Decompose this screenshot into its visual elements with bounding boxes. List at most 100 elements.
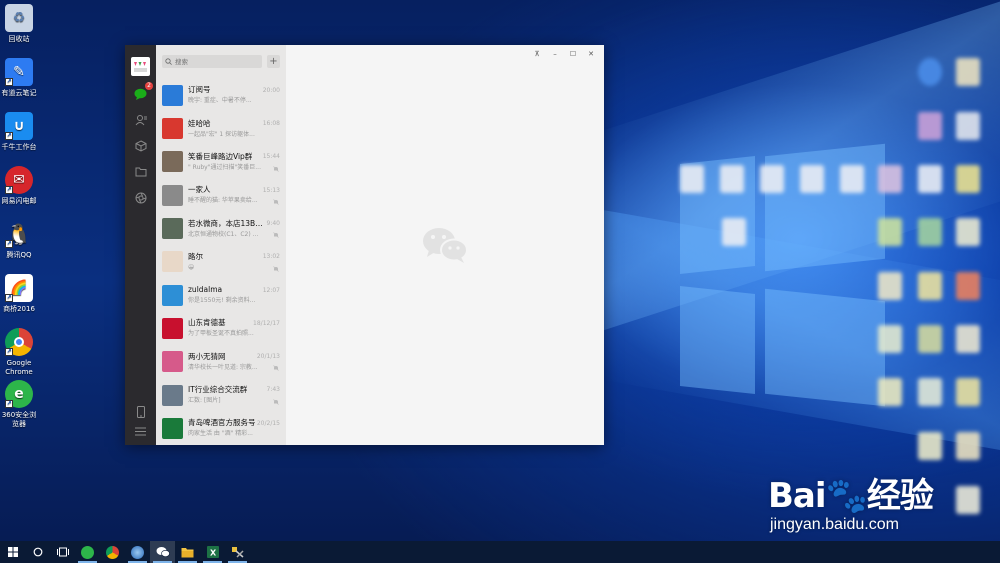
pin-button[interactable]: ⊼ (528, 48, 546, 60)
chat-list-panel: + 订阅号晚宇: 重症、中暑不停... 20:00 娃哈哈一起品"宏" 1 探访躯体… (156, 45, 286, 445)
chat-list-item[interactable]: 路尔 😀 13:02 (156, 245, 286, 278)
blurred-icon[interactable] (722, 218, 746, 246)
wechat-icon (156, 547, 170, 558)
task-view-icon (56, 547, 69, 557)
nav-collections[interactable] (133, 138, 148, 153)
nav-contacts[interactable] (133, 112, 148, 127)
taskbar-wechat[interactable] (150, 541, 175, 563)
recycle-bin-icon: ♻ (5, 4, 33, 32)
chat-list-item[interactable]: 两小无猜网 清华校长一叶见道: 宗教... 20/1/13 (156, 345, 286, 378)
blurred-icon[interactable] (918, 112, 942, 140)
blurred-icon[interactable] (878, 272, 902, 300)
chat-name: 青岛啤酒官方服务号 (188, 418, 256, 428)
chat-list-item[interactable]: 青岛啤酒官方服务号 肉家生活 由 "酒" 精彩... 20/2/15 (156, 412, 286, 445)
blurred-icon[interactable] (918, 218, 942, 246)
taskbar-tools[interactable] (225, 541, 250, 563)
taskbar-browser[interactable] (125, 541, 150, 563)
hamburger-menu-icon (135, 427, 146, 436)
blurred-icon[interactable] (956, 218, 980, 246)
blurred-icon[interactable] (918, 58, 942, 86)
chat-time: 13:02 (262, 253, 280, 261)
cortana-button[interactable] (25, 541, 50, 563)
blurred-icon[interactable] (878, 378, 902, 406)
nav-moments[interactable] (133, 190, 148, 205)
start-button[interactable] (0, 541, 25, 563)
chat-list-item[interactable]: 订阅号 晚宇: 重症、中暑不停... 20:00 (156, 79, 286, 112)
chat-list-item[interactable]: 山东肯德基 为了甲板圣诞不真拍照... 18/12/17 (156, 312, 286, 345)
taskbar-360-browser[interactable] (75, 541, 100, 563)
maximize-button[interactable]: ☐ (564, 48, 582, 60)
chat-list-item[interactable]: IT行业综合交流群 汇数: [图片] 7:43 (156, 378, 286, 411)
nav-files[interactable] (133, 164, 148, 179)
user-avatar[interactable] (131, 57, 150, 76)
blurred-icon[interactable] (878, 218, 902, 246)
search-input[interactable] (175, 57, 245, 66)
chat-avatar (162, 384, 183, 406)
chat-list-item[interactable]: 笑番巨峰路边Vip群 " Ruby"通过扫描"笑番巨... 15:44 (156, 145, 286, 178)
blurred-icon[interactable] (956, 272, 980, 300)
close-button[interactable]: ✕ (582, 48, 600, 60)
taskbar-chrome[interactable] (100, 541, 125, 563)
blurred-icon[interactable] (956, 165, 980, 193)
wallpaper-logo-pane (765, 288, 885, 407)
blurred-icon[interactable] (918, 378, 942, 406)
task-view-button[interactable] (50, 541, 75, 563)
svg-text:X: X (210, 549, 217, 558)
desktop-icon-chrome[interactable]: ↗ Google Chrome (0, 328, 46, 377)
desktop-icon-youdao-note[interactable]: ✎ ↗ 有道云笔记 (0, 58, 46, 98)
tools-icon (232, 547, 244, 558)
blurred-icon[interactable] (878, 165, 902, 193)
blurred-icon[interactable] (956, 58, 980, 86)
chat-name: 订阅号 (188, 85, 211, 95)
chat-time: 20/1/13 (256, 353, 280, 361)
chat-items: 订阅号 晚宇: 重症、中暑不停... 20:00 娃哈哈 一起品"宏" 1 探访躯体..… (156, 79, 286, 445)
browser-360-icon: e ↗ (5, 380, 33, 408)
search-box[interactable] (162, 55, 262, 69)
phone-icon (136, 405, 145, 418)
add-chat-button[interactable]: + (267, 55, 280, 69)
blurred-icon[interactable] (720, 165, 744, 193)
wechat-watermark-logo-icon (423, 228, 468, 263)
minimize-button[interactable]: – (546, 48, 564, 60)
blurred-icon[interactable] (918, 272, 942, 300)
chat-time: 16:08 (262, 120, 280, 128)
blurred-icon[interactable] (918, 325, 942, 353)
blurred-icon[interactable] (956, 112, 980, 140)
chat-avatar (162, 351, 183, 373)
chat-time: 18/12/17 (253, 319, 280, 327)
cube-icon (135, 139, 146, 152)
blurred-icon[interactable] (680, 165, 704, 193)
watermark-brand: Bai🐾经验 (768, 476, 934, 516)
desktop-icon-qianniu[interactable]: ∪ ↗ 千牛工作台 (0, 112, 46, 152)
nav-menu[interactable] (133, 424, 148, 439)
taskbar-excel[interactable]: X (200, 541, 225, 563)
blurred-icon[interactable] (918, 165, 942, 193)
blurred-icon[interactable] (800, 165, 824, 193)
chat-last-message: 北京恒通物校(C1、C2) ... (188, 230, 259, 238)
nav-phone[interactable] (133, 404, 148, 419)
mail-icon: ✉ ↗ (5, 166, 33, 194)
windows-logo-icon (7, 547, 18, 557)
blurred-icon[interactable] (956, 378, 980, 406)
chat-name: IT行业综合交流群 (188, 385, 248, 395)
excel-icon: X (206, 546, 219, 558)
nav-chats[interactable]: 2 (133, 82, 153, 101)
desktop-icon-qq[interactable]: 🐧 ↗ 腾讯QQ (0, 220, 46, 260)
taskbar-file-explorer[interactable] (175, 541, 200, 563)
chat-list-item[interactable]: 娃哈哈 一起品"宏" 1 探访躯体... 16:08 (156, 112, 286, 145)
chat-list-item[interactable]: 若水微商，本店13B69... 北京恒通物校(C1、C2) ... 9:40 (156, 212, 286, 245)
blurred-icon[interactable] (956, 325, 980, 353)
blurred-icon[interactable] (760, 165, 784, 193)
blurred-icon[interactable] (840, 165, 864, 193)
chat-bubble-icon (134, 88, 147, 100)
chat-unread-badge: 2 (145, 82, 153, 90)
desktop-icon-shangqiao[interactable]: 🌈 ↗ 商桥2016 (0, 274, 46, 314)
desktop-icon-recycle-bin[interactable]: ♻ 回收站 (0, 4, 46, 44)
blurred-icon[interactable] (878, 325, 902, 353)
chat-list-item[interactable]: zuldalma 你是1550元! 剩余资料... 12:07 (156, 279, 286, 312)
contacts-icon (135, 114, 147, 125)
browser-360-icon (81, 545, 94, 559)
desktop-icon-netease-mail[interactable]: ✉ ↗ 网易闪电邮 (0, 166, 46, 206)
desktop-icon-360-browser[interactable]: e ↗ 360安全浏览器 (0, 380, 46, 429)
chat-list-item[interactable]: 一家人 睡不醒的猫: 华苹果卖给... 15:13 (156, 179, 286, 212)
